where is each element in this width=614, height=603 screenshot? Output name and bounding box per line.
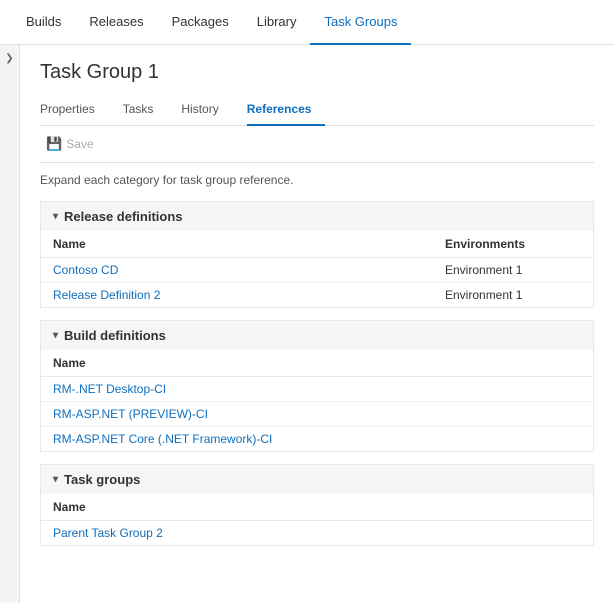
section-header-build-definitions[interactable]: ▾ Build definitions — [41, 321, 593, 350]
table-row: Release Definition 2 Environment 1 — [41, 283, 593, 308]
section-title-build-definitions: Build definitions — [64, 328, 166, 343]
table-row: Contoso CD Environment 1 — [41, 258, 593, 283]
save-button[interactable]: 💾 Save — [40, 134, 100, 154]
section-body-build-definitions: Name RM-.NET Desktop-CI RM-ASP.NET (PREVIE… — [41, 350, 593, 451]
table-row: Parent Task Group 2 — [41, 521, 593, 546]
col-env-header: Environments — [433, 231, 593, 258]
table-row: RM-.NET Desktop-CI — [41, 377, 593, 402]
chevron-icon: ▾ — [53, 330, 58, 341]
row-link[interactable]: Contoso CD — [53, 263, 118, 277]
ref-table-release-definitions: NameEnvironmentsContoso CDEnvironment 1R… — [41, 231, 593, 307]
row-name[interactable]: Release Definition 2 — [41, 283, 433, 308]
col-name-header: Name — [41, 231, 433, 258]
row-name[interactable]: Parent Task Group 2 — [41, 521, 593, 546]
row-link[interactable]: RM-ASP.NET (PREVIEW)-CI — [53, 407, 208, 421]
save-icon: 💾 — [46, 136, 62, 152]
nav-item-builds[interactable]: Builds — [12, 0, 75, 45]
table-row: RM-ASP.NET (PREVIEW)-CI — [41, 402, 593, 427]
section-task-groups: ▾ Task groups Name Parent Task Group 2 — [40, 464, 594, 546]
sub-tab-properties[interactable]: Properties — [40, 96, 109, 126]
table-row: RM-ASP.NET Core (.NET Framework)-CI — [41, 427, 593, 452]
row-env: Environment 1 — [433, 283, 593, 308]
row-link[interactable]: RM-ASP.NET Core (.NET Framework)-CI — [53, 432, 272, 446]
section-header-release-definitions[interactable]: ▾ Release definitions — [41, 202, 593, 231]
main-content: ❯ Task Group 1 Properties Tasks History Ref… — [0, 45, 614, 603]
sidebar-toggle-icon: ❯ — [5, 53, 13, 64]
row-link[interactable]: RM-.NET Desktop-CI — [53, 382, 166, 396]
sections-container: ▾Release definitionsNameEnvironmentsCont… — [40, 201, 594, 546]
col-name-header: Name — [41, 350, 593, 377]
save-label: Save — [66, 137, 93, 151]
sub-tab-tasks[interactable]: Tasks — [123, 96, 168, 126]
row-name[interactable]: RM-ASP.NET (PREVIEW)-CI — [41, 402, 593, 427]
top-nav: BuildsReleasesPackagesLibraryTask Groups — [0, 0, 614, 45]
section-title-task-groups: Task groups — [64, 472, 140, 487]
row-name[interactable]: RM-ASP.NET Core (.NET Framework)-CI — [41, 427, 593, 452]
section-build-definitions: ▾ Build definitions Name RM-.NET Desktop-CI… — [40, 320, 594, 452]
section-header-task-groups[interactable]: ▾ Task groups — [41, 465, 593, 494]
section-title-release-definitions: Release definitions — [64, 209, 182, 224]
page-title: Task Group 1 — [40, 61, 594, 84]
ref-table-task-groups: Name Parent Task Group 2 — [41, 494, 593, 545]
row-name[interactable]: RM-.NET Desktop-CI — [41, 377, 593, 402]
col-name-header: Name — [41, 494, 593, 521]
description: Expand each category for task group refe… — [40, 173, 594, 187]
ref-table-build-definitions: Name RM-.NET Desktop-CI RM-ASP.NET (PREVIE… — [41, 350, 593, 451]
row-link[interactable]: Parent Task Group 2 — [53, 526, 163, 540]
sidebar-toggle[interactable]: ❯ — [0, 45, 20, 603]
row-env: Environment 1 — [433, 258, 593, 283]
nav-item-releases[interactable]: Releases — [75, 0, 157, 45]
section-release-definitions: ▾Release definitionsNameEnvironmentsCont… — [40, 201, 594, 308]
nav-item-packages[interactable]: Packages — [158, 0, 243, 45]
nav-item-library[interactable]: Library — [243, 0, 311, 45]
nav-item-task-groups[interactable]: Task Groups — [310, 0, 411, 45]
chevron-icon: ▾ — [53, 474, 58, 485]
row-link[interactable]: Release Definition 2 — [53, 288, 160, 302]
toolbar: 💾 Save — [40, 126, 594, 163]
content-area: Task Group 1 Properties Tasks History Refer… — [20, 45, 614, 603]
chevron-icon: ▾ — [53, 211, 58, 222]
sub-tab-history[interactable]: History — [181, 96, 232, 126]
sub-tab-references[interactable]: References — [247, 96, 326, 126]
section-body-task-groups: Name Parent Task Group 2 — [41, 494, 593, 545]
section-body-release-definitions: NameEnvironmentsContoso CDEnvironment 1R… — [41, 231, 593, 307]
sub-tabs: Properties Tasks History References — [40, 96, 594, 126]
row-name[interactable]: Contoso CD — [41, 258, 433, 283]
